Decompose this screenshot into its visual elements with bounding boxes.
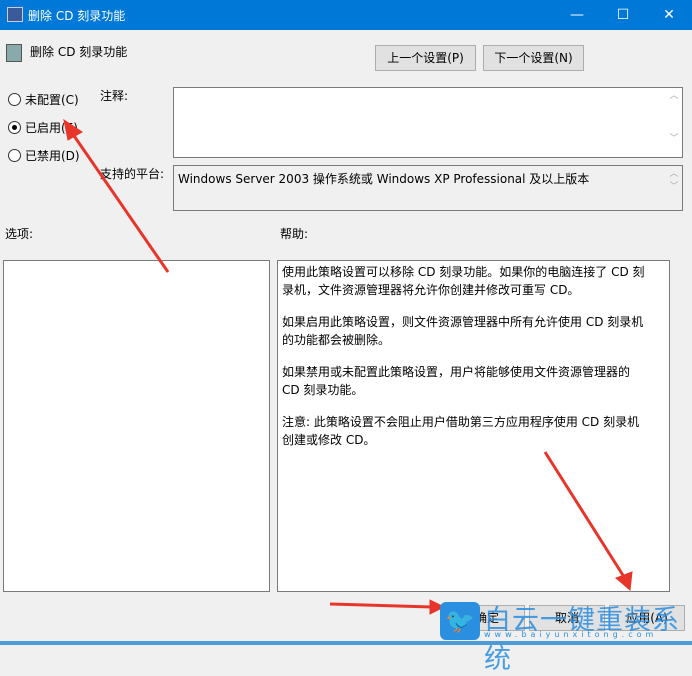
- arrow-to-enabled: [68, 129, 170, 273]
- watermark-bird-icon: 🐦: [440, 602, 480, 640]
- annotation-arrows: [63, 118, 633, 615]
- arrowhead: [63, 118, 83, 141]
- watermark-url: www.baiyunxitong.com: [484, 630, 658, 639]
- arrow-to-ok: [329, 602, 433, 609]
- arrow-to-apply: [543, 451, 628, 581]
- arrowhead: [615, 571, 633, 591]
